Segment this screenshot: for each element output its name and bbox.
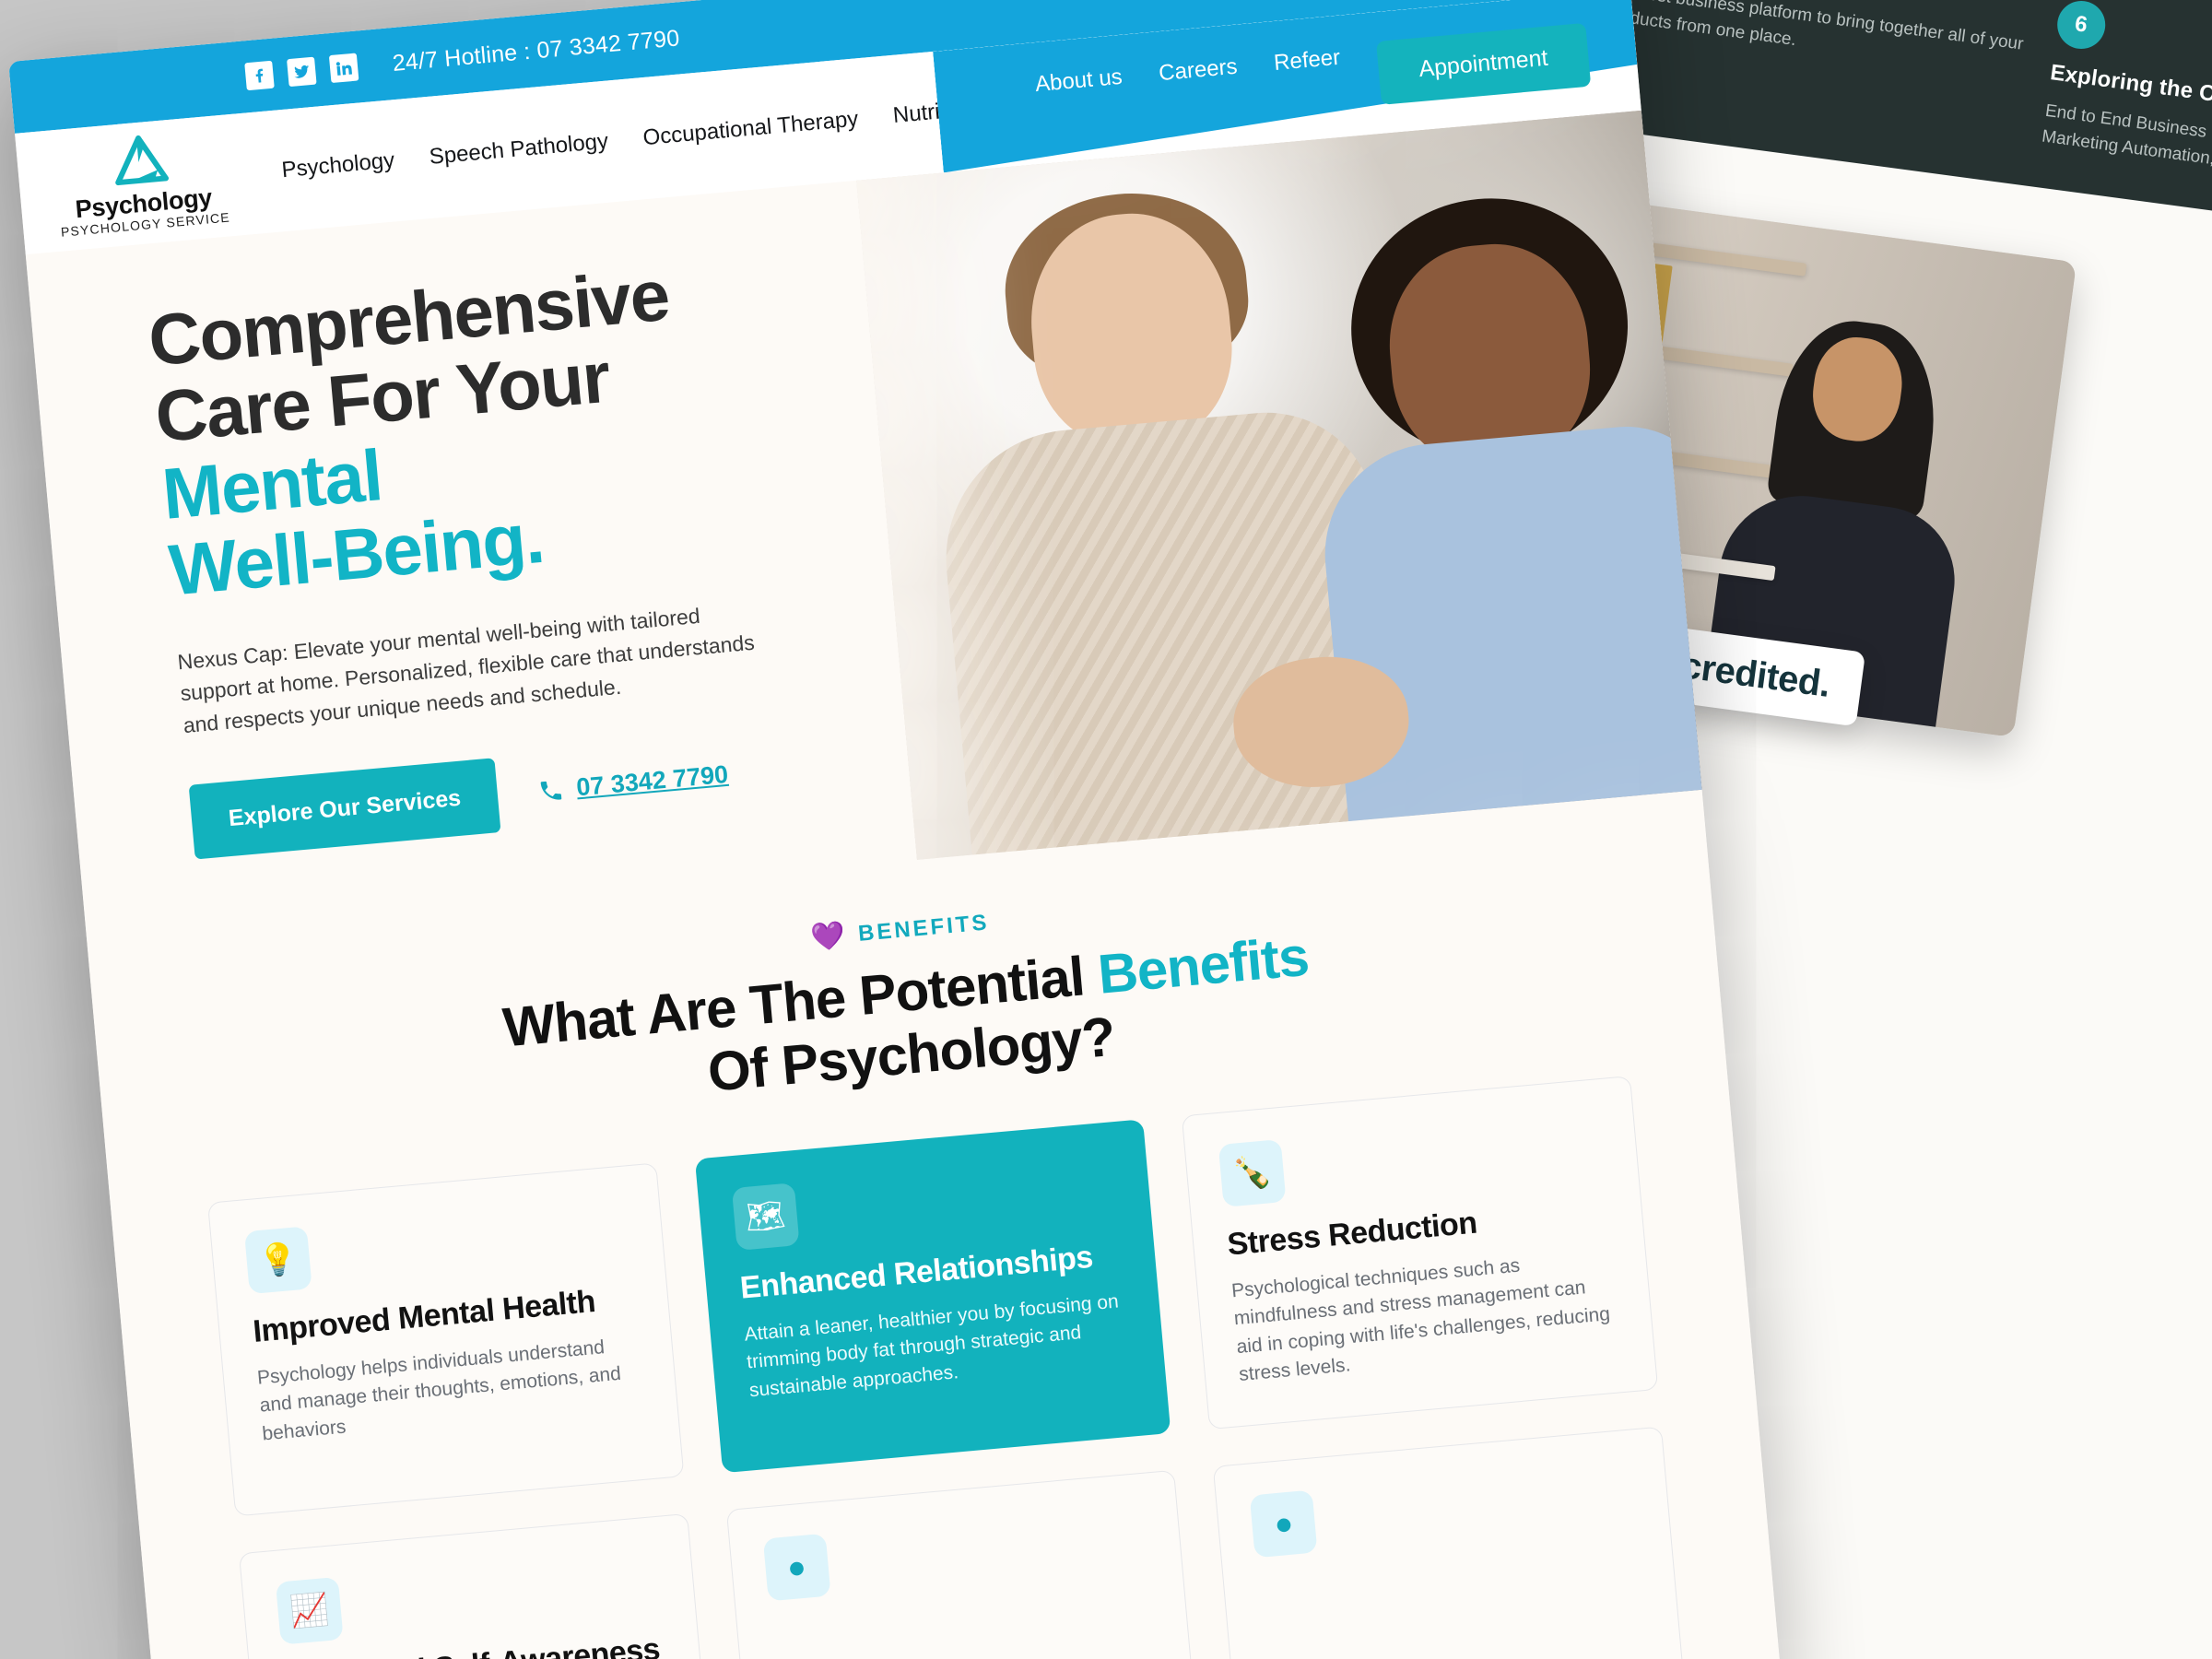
benefit-card-desc — [1257, 1545, 1638, 1579]
phone-icon — [540, 781, 562, 800]
bottle-icon: 🍾 — [1218, 1138, 1287, 1207]
placeholder-icon: ● — [762, 1534, 831, 1602]
benefit-card-title: Increased Self-Awareness — [283, 1631, 666, 1659]
back-step-desc: The first business platform to bring tog… — [1604, 0, 2025, 54]
hero-phone-number: 07 3342 7790 — [575, 760, 730, 802]
logo-triangle-icon — [114, 135, 169, 186]
nav-item-about-us[interactable]: About us — [1034, 65, 1124, 98]
benefits-section: 💜 BENEFITS What Are The Potential Benefi… — [86, 789, 1783, 1659]
screenshot-stage: A tool that lets you build a dream websi… — [0, 0, 2212, 1659]
benefit-card-desc: Psychology helps individuals understand … — [256, 1335, 622, 1445]
placeholder-icon: ● — [1250, 1489, 1318, 1559]
nav-item-occupational-therapy[interactable]: Occupational Therapy — [642, 106, 860, 151]
linkedin-icon[interactable] — [328, 53, 359, 84]
benefits-eyebrow-text: BENEFITS — [856, 910, 991, 947]
benefit-card[interactable]: ● — [725, 1470, 1199, 1659]
benefits-card-grid: 💡 Improved Mental Health Psychology help… — [111, 1066, 1782, 1659]
benefit-card-title — [1257, 1545, 1638, 1579]
hand-heart-icon: 💜 — [809, 920, 847, 954]
appointment-button[interactable]: Appointment — [1375, 22, 1592, 105]
facebook-icon[interactable] — [244, 60, 275, 91]
nav-item-speech-pathology[interactable]: Speech Pathology — [429, 129, 610, 171]
benefit-card[interactable]: 🗺 Enhanced Relationships Attain a leaner… — [694, 1118, 1171, 1474]
explore-services-button[interactable]: Explore Our Services — [188, 758, 501, 860]
benefit-card[interactable]: 📈 Increased Self-Awareness — [238, 1513, 712, 1659]
twitter-icon[interactable] — [287, 56, 317, 88]
benefit-card[interactable]: ● — [1213, 1426, 1686, 1659]
hero-paragraph: Nexus Cap: Elevate your mental well-bein… — [176, 603, 756, 737]
hero-photo — [856, 110, 1702, 860]
back-step-number-badge: 6 — [2053, 0, 2109, 53]
hotline-text: 24/7 Hotline : 07 3342 7790 — [391, 24, 681, 76]
hero-copy: Comprehensive Care For Your Mental Well-… — [146, 246, 838, 860]
benefit-card[interactable]: 💡 Improved Mental Health Psychology help… — [206, 1162, 685, 1517]
lightbulb-person-icon: 💡 — [243, 1225, 312, 1294]
benefit-card-desc: Attain a leaner, healthier you by focusi… — [743, 1290, 1120, 1401]
bar-chart-growth-icon: 📈 — [275, 1577, 344, 1646]
front-mockup-page: 24/7 Hotline : 07 3342 7790 Psychology P… — [8, 0, 1788, 1659]
compass-icon: 🗺 — [731, 1182, 800, 1251]
hero-heading: Comprehensive Care For Your Mental Well-… — [146, 246, 816, 611]
nav-item-psychology[interactable]: Psychology — [281, 147, 396, 183]
brand-logo[interactable]: Psychology PSYCHOLOGY SERVICE — [16, 125, 249, 242]
hero-cta-row: Explore Our Services 07 3342 7790 — [188, 728, 838, 860]
nav-item-refeer[interactable]: Refeer — [1273, 45, 1341, 76]
benefit-card[interactable]: 🍾 Stress Reduction Psychological techniq… — [1182, 1075, 1659, 1430]
hero-phone-link[interactable]: 07 3342 7790 — [536, 760, 729, 806]
nav-item-careers[interactable]: Careers — [1158, 54, 1239, 87]
benefits-heading-accent: Benefits — [1095, 924, 1312, 1006]
secondary-nav-links: About us Careers Refeer — [1034, 45, 1341, 98]
benefit-card-desc — [770, 1588, 1150, 1622]
benefit-card-title — [770, 1588, 1150, 1622]
benefit-card-desc: Psychological techniques such as mindful… — [1230, 1254, 1611, 1386]
hero-section: Comprehensive Care For Your Mental Well-… — [25, 110, 1702, 935]
